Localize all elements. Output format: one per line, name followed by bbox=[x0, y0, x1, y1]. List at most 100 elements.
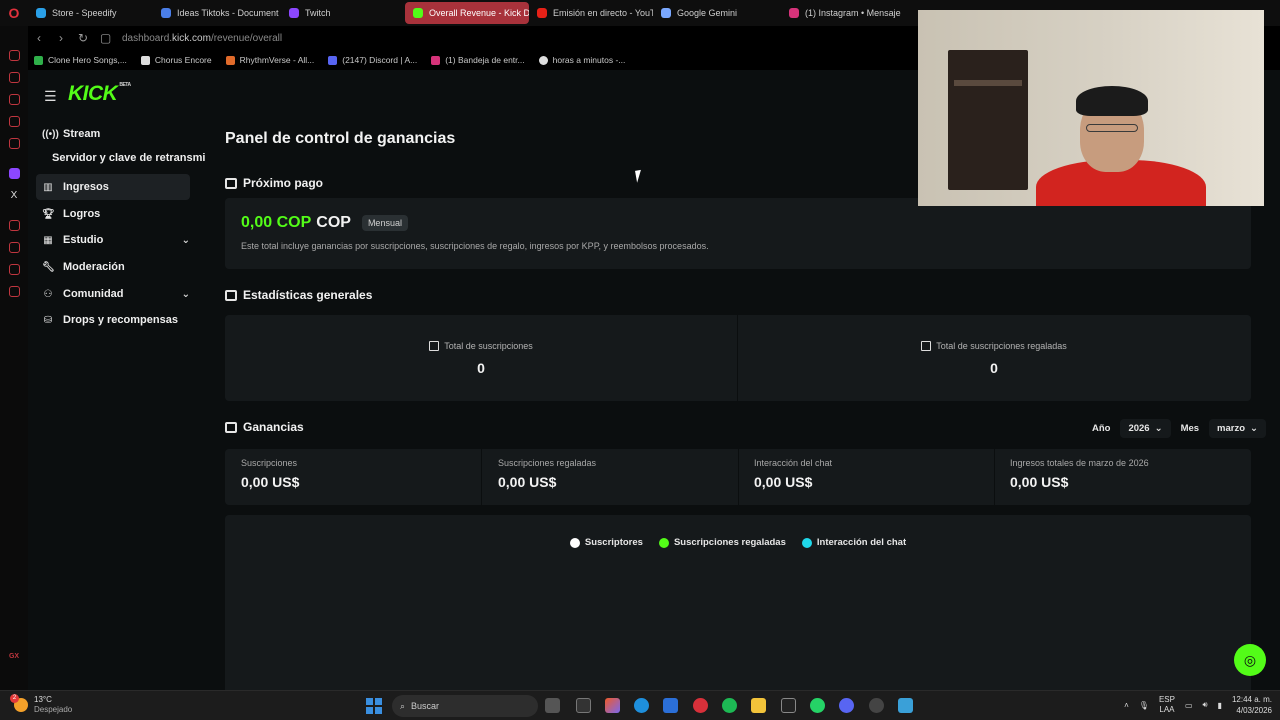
tab-gemini[interactable]: Google Gemini bbox=[653, 2, 781, 24]
whatsapp-icon[interactable] bbox=[810, 698, 825, 713]
tab-ideas-tiktoks[interactable]: Ideas Tiktoks - Document bbox=[153, 2, 281, 24]
month-select[interactable]: marzo ⌄ bbox=[1209, 419, 1266, 438]
edge-icon[interactable] bbox=[634, 698, 649, 713]
earnings-chart-card: Suscriptores Suscripciones regaladas Int… bbox=[225, 515, 1251, 690]
discord-taskbar-icon[interactable] bbox=[839, 698, 854, 713]
tab-youtube-live[interactable]: Emisión en directo - YouTu bbox=[529, 2, 653, 24]
bookmark-discord[interactable]: (2147) Discord | A... bbox=[328, 55, 417, 65]
general-stats-heading: Estadísticas generales bbox=[225, 288, 372, 302]
taskbar-search[interactable]: ⌕ Buscar bbox=[392, 695, 538, 717]
mouse-cursor-icon bbox=[635, 169, 646, 183]
sidebar-item-stream-key[interactable]: Servidor y clave de retransmi bbox=[52, 152, 205, 164]
gx-icon[interactable]: GX bbox=[9, 653, 19, 660]
legend-chat-interaction[interactable]: Interacción del chat bbox=[801, 537, 906, 548]
broadcast-icon: ((•)) bbox=[42, 128, 59, 140]
studio-icon: ▦ bbox=[43, 234, 53, 246]
file-explorer-icon[interactable] bbox=[751, 698, 766, 713]
sidebar-item-drops[interactable]: ⛁ Drops y recompensas bbox=[36, 307, 190, 333]
back-icon[interactable]: ‹ bbox=[34, 31, 44, 45]
sidebar-item-revenue[interactable]: ▥ Ingresos bbox=[36, 174, 190, 200]
music-icon[interactable] bbox=[8, 138, 20, 149]
legend-subscribers[interactable]: Suscriptores bbox=[569, 537, 643, 548]
legend-gifted-subs[interactable]: Suscripciones regaladas bbox=[658, 537, 786, 548]
payout-currency: COP bbox=[316, 214, 351, 231]
opera-logo-icon[interactable]: O bbox=[0, 0, 28, 26]
forward-icon[interactable]: › bbox=[56, 31, 66, 45]
weather-icon: 2 bbox=[10, 694, 28, 712]
period-badge: Mensual bbox=[361, 215, 408, 231]
sidebar-item-studio[interactable]: ▦ Estudio ⌄ bbox=[36, 227, 190, 253]
chart-icon bbox=[225, 421, 237, 433]
sound-icon[interactable] bbox=[8, 264, 20, 275]
earn-gifted-subs: Suscripciones regaladas 0,00 US$ bbox=[498, 458, 597, 490]
bookmarks-bar: Clone Hero Songs,... Chorus Encore Rhyth… bbox=[28, 50, 928, 70]
bookmark-rhythmverse[interactable]: RhythmVerse - All... bbox=[225, 55, 314, 65]
wallet-icon[interactable] bbox=[8, 94, 20, 105]
bookmark-clone-hero[interactable]: Clone Hero Songs,... bbox=[34, 55, 127, 65]
volume-icon[interactable]: 🔊︎ bbox=[1203, 700, 1208, 710]
bookmark-chorus[interactable]: Chorus Encore bbox=[140, 55, 212, 65]
sidebar-item-moderation[interactable]: 🔧︎ Moderación bbox=[36, 254, 190, 280]
x-icon[interactable]: X bbox=[9, 190, 20, 201]
sidebar-item-achievements[interactable]: 🏆︎ Logros bbox=[36, 201, 190, 227]
chart-icon bbox=[921, 340, 932, 351]
speedify-icon bbox=[36, 8, 46, 18]
battery-icon[interactable]: ▮ bbox=[1218, 701, 1222, 710]
discord-icon bbox=[328, 55, 338, 65]
language-indicator[interactable]: ESP LAA bbox=[1159, 695, 1175, 715]
messenger-icon[interactable] bbox=[8, 50, 20, 61]
chevron-down-icon[interactable]: ⌄ bbox=[182, 235, 190, 246]
chevron-down-icon: ⌄ bbox=[1250, 423, 1258, 434]
payout-note: Este total incluye ganancias por suscrip… bbox=[241, 241, 709, 251]
chevron-up-icon[interactable]: ˄ bbox=[1124, 701, 1129, 710]
url-field[interactable]: dashboard.kick.com/revenue/overall bbox=[122, 33, 282, 44]
menu-icon[interactable]: ☰ bbox=[44, 88, 57, 105]
instagram-icon bbox=[431, 55, 441, 65]
tab-kick-revenue[interactable]: Overall Revenue - Kick D bbox=[405, 2, 529, 24]
page-title: Panel de control de ganancias bbox=[225, 130, 456, 147]
capcut-icon[interactable] bbox=[576, 698, 591, 713]
clock-icon[interactable] bbox=[8, 242, 20, 253]
google-icon bbox=[538, 55, 548, 65]
opera-taskbar-icon[interactable] bbox=[693, 698, 708, 713]
legend-dot bbox=[569, 537, 580, 548]
video-icon[interactable] bbox=[8, 116, 20, 127]
next-payout-heading: Próximo pago bbox=[225, 176, 323, 190]
address-bar: ‹ › ↻ ▢ dashboard.kick.com/revenue/overa… bbox=[28, 26, 928, 50]
twitch-sidebar-icon[interactable] bbox=[8, 168, 20, 179]
obs-icon[interactable] bbox=[869, 698, 884, 713]
support-chat-icon[interactable]: ◎ bbox=[1234, 644, 1266, 676]
community-icon: ⚇ bbox=[43, 288, 53, 300]
person-glasses bbox=[1086, 124, 1138, 132]
history-icon[interactable] bbox=[8, 72, 20, 83]
year-select[interactable]: 2026 ⌄ bbox=[1120, 419, 1171, 438]
kick-logo[interactable]: KICK BETA bbox=[68, 82, 131, 106]
start-button[interactable] bbox=[366, 698, 382, 714]
store-icon[interactable] bbox=[663, 698, 678, 713]
task-view-icon[interactable] bbox=[545, 698, 560, 713]
tab-speedify[interactable]: Store - Speedify bbox=[28, 2, 153, 24]
reload-icon[interactable]: ↻ bbox=[78, 31, 88, 45]
display-icon[interactable]: ▭ bbox=[1185, 701, 1193, 710]
spotify-icon[interactable] bbox=[722, 698, 737, 713]
weather-widget[interactable]: 2 13°C Despejado bbox=[10, 694, 73, 715]
copilot-icon[interactable] bbox=[605, 698, 620, 713]
microphone-icon[interactable]: 🎙︎ bbox=[1139, 701, 1149, 710]
bookmark-hours-minutes[interactable]: horas a minutos -... bbox=[538, 55, 625, 65]
settings-icon[interactable] bbox=[8, 286, 20, 297]
player-icon[interactable] bbox=[8, 220, 20, 231]
sidebar-item-community[interactable]: ⚇ Comunidad ⌄ bbox=[36, 281, 190, 307]
weather-condition: Despejado bbox=[34, 705, 73, 714]
legend-dot bbox=[658, 537, 669, 548]
chart-legend: Suscriptores Suscripciones regaladas Int… bbox=[225, 537, 1251, 548]
bookmark-instagram[interactable]: (1) Bandeja de entr... bbox=[431, 55, 525, 65]
sidebar-item-stream[interactable]: ((•)) Stream bbox=[36, 121, 190, 147]
tab-twitch[interactable]: Twitch bbox=[281, 2, 405, 24]
tab-instagram[interactable]: (1) Instagram • Mensajes bbox=[781, 2, 901, 24]
gemini-icon bbox=[661, 8, 671, 18]
chevron-down-icon[interactable]: ⌄ bbox=[182, 289, 190, 300]
app-icon[interactable] bbox=[898, 698, 913, 713]
clock[interactable]: 12:44 a. m. 4/03/2026 bbox=[1232, 694, 1272, 716]
earnings-filters: Año 2026 ⌄ Mes marzo ⌄ bbox=[1092, 419, 1266, 438]
epic-games-icon[interactable] bbox=[781, 698, 796, 713]
